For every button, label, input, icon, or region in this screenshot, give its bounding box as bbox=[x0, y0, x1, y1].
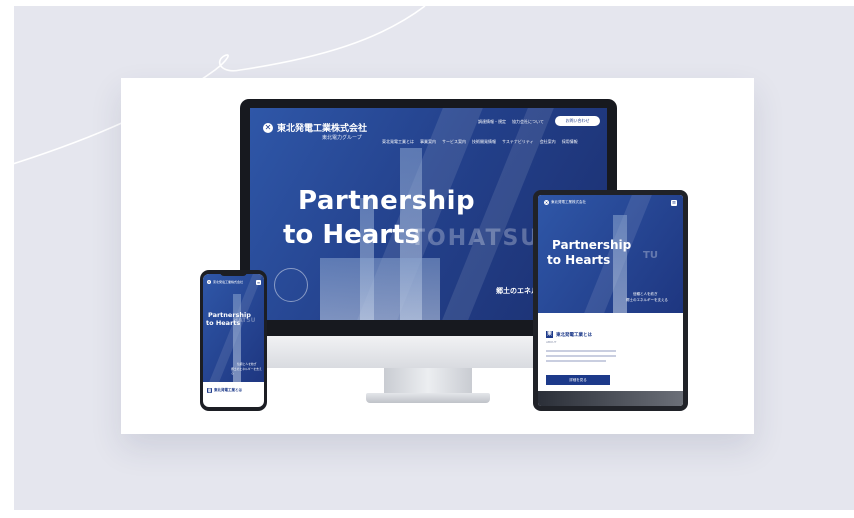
phone-hero-line1: Partnership bbox=[208, 311, 251, 319]
nav-item-technology[interactable]: 技術開発情報 bbox=[472, 139, 496, 145]
logo-mark-icon: ✕ bbox=[544, 200, 549, 205]
tablet-logo[interactable]: ✕ 東北発電工業株式会社 bbox=[544, 200, 586, 205]
phone-tagline-2: 郷土のエネルギーを支える bbox=[231, 367, 262, 375]
tablet-about-heading: 東 東北発電工業とは bbox=[546, 331, 592, 338]
tablet-tagline-2: 郷土のエネルギーを支える bbox=[626, 298, 668, 302]
text-placeholder bbox=[546, 355, 616, 357]
hero-heading-line2: to Hearts bbox=[283, 220, 421, 250]
nav-item-about[interactable]: 東北発電工業とは bbox=[382, 139, 414, 145]
phone-logo[interactable]: ✕ 東北発電工業株式会社 bbox=[207, 280, 243, 284]
phone-screen: ✕ 東北発電工業株式会社 ≡ HATSU Partnership to Hear… bbox=[203, 274, 264, 407]
nav-item-company[interactable]: 会社案内 bbox=[540, 139, 556, 145]
phone-hero: ✕ 東北発電工業株式会社 ≡ HATSU Partnership to Hear… bbox=[203, 274, 264, 382]
tablet-tagline-1: 信頼と人を紡ぎ bbox=[633, 292, 658, 296]
about-button[interactable]: 詳細を見る bbox=[546, 375, 610, 385]
tablet-company-name: 東北発電工業株式会社 bbox=[551, 200, 586, 204]
logo-mark-icon: ✕ bbox=[207, 280, 211, 284]
tablet-footer-image bbox=[538, 391, 683, 406]
menu-icon[interactable]: ≡ bbox=[256, 280, 261, 285]
phone-hero-line2: to Hearts bbox=[206, 319, 241, 327]
nav-item-business[interactable]: 事業案内 bbox=[420, 139, 436, 145]
nav-item-sustainability[interactable]: サステナビリティ bbox=[502, 139, 534, 145]
phone-about-heading: 東 東北発電工業とは bbox=[207, 388, 242, 393]
tablet-hero-line2: to Hearts bbox=[547, 253, 611, 267]
industrial-tower bbox=[613, 215, 627, 313]
logo-mark-icon: ✕ bbox=[263, 122, 273, 133]
text-placeholder bbox=[546, 360, 606, 362]
group-label: 東北電力グループ bbox=[322, 135, 362, 141]
monitor-base bbox=[366, 393, 490, 403]
nav-item-services[interactable]: サービス案内 bbox=[442, 139, 466, 145]
about-title: 東北発電工業とは bbox=[556, 332, 592, 338]
hero-watermark: TOHATSU bbox=[410, 226, 541, 251]
about-subtitle: ABOUT bbox=[546, 340, 557, 344]
tablet-watermark: TU bbox=[643, 250, 658, 261]
text-placeholder bbox=[546, 350, 616, 352]
phone-company-name: 東北発電工業株式会社 bbox=[213, 280, 244, 284]
scroll-indicator bbox=[274, 268, 308, 302]
tablet-screen: ✕ 東北発電工業株式会社 ≡ TU Partnership to Hearts … bbox=[538, 195, 683, 406]
menu-icon[interactable]: ≡ bbox=[671, 200, 677, 206]
top-links: 調達情報・規定 協力会社について bbox=[478, 119, 544, 125]
nav-item-recruit[interactable]: 採用情報 bbox=[562, 139, 578, 145]
company-name: 東北発電工業株式会社 bbox=[277, 124, 368, 134]
monitor-stand bbox=[384, 368, 472, 396]
about-mark: 東 bbox=[207, 388, 212, 393]
about-title: 東北発電工業とは bbox=[214, 388, 242, 392]
phone-notch bbox=[220, 271, 247, 276]
hero-heading-line1: Partnership bbox=[298, 186, 476, 216]
phone-tagline-1: 信頼と人を紡ぎ bbox=[237, 362, 257, 366]
top-link-partners[interactable]: 協力会社について bbox=[512, 119, 544, 125]
tablet-hero-line1: Partnership bbox=[552, 238, 632, 252]
about-mark: 東 bbox=[546, 331, 553, 338]
global-nav: 東北発電工業とは 事業案内 サービス案内 技術開発情報 サステナビリティ 会社案… bbox=[382, 139, 578, 145]
contact-button[interactable]: お問い合わせ bbox=[555, 116, 600, 126]
tablet-hero: ✕ 東北発電工業株式会社 ≡ TU Partnership to Hearts … bbox=[538, 195, 683, 313]
site-logo[interactable]: ✕ 東北発電工業株式会社 bbox=[263, 121, 367, 134]
plant-structure bbox=[320, 258, 440, 320]
top-link-procurement[interactable]: 調達情報・規定 bbox=[478, 119, 506, 125]
